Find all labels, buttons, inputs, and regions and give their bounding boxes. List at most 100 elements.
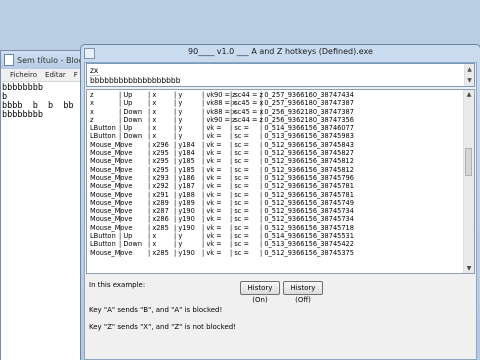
log-cell: Mouse_Move xyxy=(90,223,133,232)
log-cell: | y184 xyxy=(174,140,195,149)
log-cell: | 0_512_9366156_38745812 xyxy=(260,165,354,174)
log-cell: | xyxy=(119,207,122,216)
history-on-button[interactable]: History (On) xyxy=(240,281,280,304)
log-cell: | 0_512_9366156_38745375 xyxy=(260,248,354,257)
log-cell: Mouse_Move xyxy=(90,248,133,257)
log-cell: | 0_513_9366156_38745983 xyxy=(260,132,354,141)
edit-scrollbar[interactable]: ▲ ▼ xyxy=(464,64,474,86)
log-cell: | 0_512_9366156_38745781 xyxy=(260,182,354,191)
log-cell: | sc = xyxy=(230,240,249,249)
notepad-titlebar[interactable]: Sem título - Bloco xyxy=(1,51,85,69)
log-cell: | x296 xyxy=(148,140,169,149)
log-cell: | y xyxy=(174,132,183,141)
log-cell: | sc44 = z xyxy=(230,91,263,99)
log-cell: | y190 xyxy=(174,207,195,216)
notepad-text-area[interactable]: bbbbbbbb b bbbb b b bb bbbbbbbb xyxy=(1,82,85,122)
log-cell: | x xyxy=(148,99,157,108)
log-cell: | xyxy=(119,149,122,158)
log-cell: | 0_512_9366156_38745734 xyxy=(260,207,354,216)
log-cell: | y xyxy=(174,124,183,133)
log-cell: LButton xyxy=(90,240,116,249)
log-cell: | Down xyxy=(119,132,143,141)
hotkey-window[interactable]: 90____ v1.0 ___ A and Z hotkeys (Defined… xyxy=(80,44,480,360)
log-row: Mouse_Move | | x295 | y184 | vk = | sc = | 0_5… xyxy=(90,149,462,157)
log-cell: | 0_512_9366156_38745843 xyxy=(260,140,354,149)
edit-line-1: zx xyxy=(90,66,100,76)
log-row: Mouse_Move | | x291 | y188 | vk = | sc = | 0_5… xyxy=(90,191,462,199)
log-cell: | y xyxy=(174,99,183,108)
log-cell: | y187 xyxy=(174,182,195,191)
window-titlebar[interactable]: 90____ v1.0 ___ A and Z hotkeys (Defined… xyxy=(81,45,480,61)
log-cell: | sc = xyxy=(230,149,249,158)
log-cell: | sc = xyxy=(230,190,249,199)
log-cell: | 0_514_9366156_38746077 xyxy=(260,124,354,133)
log-cell: | sc = xyxy=(230,165,249,174)
log-cell: | sc = xyxy=(230,198,249,207)
note-key-z: Key "Z" sends "X", and "Z" is not blocke… xyxy=(89,323,237,331)
log-cell: Mouse_Move xyxy=(90,182,133,191)
log-cell: Mouse_Move xyxy=(90,149,133,158)
log-cell: | sc = xyxy=(230,132,249,141)
log-cell: | vk = xyxy=(202,207,222,216)
input-edit-box[interactable]: zx bbbbbbbbbbbbbbbbbbb ▲ ▼ xyxy=(86,63,475,87)
log-cell: | y xyxy=(174,232,183,241)
log-cell: | y xyxy=(174,240,183,249)
log-cell: | vk = xyxy=(202,248,222,257)
log-cell: Mouse_Move xyxy=(90,140,133,149)
log-cell: | x xyxy=(148,107,157,116)
log-cell: | sc45 = x xyxy=(230,107,264,116)
scroll-down-icon[interactable]: ▼ xyxy=(465,75,474,86)
log-cell: | x287 xyxy=(148,207,169,216)
log-cell: | x289 xyxy=(148,198,169,207)
notepad-menubar: Ficheiro Editar F xyxy=(1,69,85,82)
log-row: Mouse_Move | | x293 | y186 | vk = | sc = | 0_5… xyxy=(90,174,462,182)
log-cell: | sc45 = x xyxy=(230,99,264,108)
menu-edit[interactable]: Editar xyxy=(45,71,66,79)
log-cell: | 0_512_9366156_38745796 xyxy=(260,173,354,182)
log-cell: | vk = xyxy=(202,198,222,207)
log-cell: | y xyxy=(174,91,183,99)
log-cell: | sc = xyxy=(230,223,249,232)
log-cell: | 0_256_9362180_38747387 xyxy=(260,107,354,116)
log-cell: | vk = xyxy=(202,140,222,149)
log-cell: LButton xyxy=(90,124,116,133)
log-row: Mouse_Move | | x295 | y185 | vk = | sc = | 0_5… xyxy=(90,166,462,174)
log-cell: | sc = xyxy=(230,124,249,133)
log-cell: | xyxy=(119,198,122,207)
log-cell: | vk = xyxy=(202,223,222,232)
log-cell: | vk = xyxy=(202,157,222,166)
log-cell: | y185 xyxy=(174,157,195,166)
log-cell: Mouse_Move xyxy=(90,165,133,174)
log-cell: | x285 xyxy=(148,248,169,257)
log-cell: | Down xyxy=(119,115,143,124)
log-row: LButton | Down | x | y | vk = | sc = | 0_513_9… xyxy=(90,240,462,248)
log-scrollbar[interactable]: ▲ ▼ xyxy=(463,90,474,273)
log-cell: | y189 xyxy=(174,198,195,207)
log-cell: | Up xyxy=(119,91,133,99)
log-cell: Mouse_Move xyxy=(90,198,133,207)
notepad-window[interactable]: Sem título - Bloco Ficheiro Editar F bbb… xyxy=(0,50,86,360)
log-row: Mouse_Move | | x286 | y190 | vk = | sc = | 0_5… xyxy=(90,215,462,223)
window-client: zx bbbbbbbbbbbbbbbbbbb ▲ ▼ z | Up | x | y | … xyxy=(84,62,477,360)
log-cell: | xyxy=(119,157,122,166)
log-row: x | Down | x | y | vk88 = x | sc45 = x | 0_256… xyxy=(90,108,462,116)
scroll-up-icon[interactable]: ▲ xyxy=(464,90,474,99)
history-log[interactable]: z | Up | x | y | vk90 = z | sc44 = z | 0_257_9… xyxy=(86,89,475,274)
log-cell: x xyxy=(90,107,94,116)
log-cell: | x xyxy=(148,115,157,124)
scrollbar-thumb[interactable] xyxy=(465,148,472,176)
log-cell: | x xyxy=(148,240,157,249)
menu-format[interactable]: F xyxy=(74,71,78,79)
log-cell: LButton xyxy=(90,232,116,241)
menu-file[interactable]: Ficheiro xyxy=(10,71,37,79)
log-cell: | y190 xyxy=(174,248,195,257)
history-off-button[interactable]: History (Off) xyxy=(283,281,323,304)
log-cell: | vk = xyxy=(202,215,222,224)
log-cell: Mouse_Move xyxy=(90,215,133,224)
log-row: Mouse_Move | | x285 | y190 | vk = | sc = | 0_5… xyxy=(90,224,462,232)
log-row: LButton | Up | x | y | vk = | sc = | 0_514_936… xyxy=(90,232,462,240)
scroll-down-icon[interactable]: ▼ xyxy=(464,264,474,273)
scroll-up-icon[interactable]: ▲ xyxy=(465,64,474,75)
log-row: LButton | Down | x | y | vk = | sc = | 0_513_9… xyxy=(90,132,462,140)
log-cell: | sc = xyxy=(230,215,249,224)
